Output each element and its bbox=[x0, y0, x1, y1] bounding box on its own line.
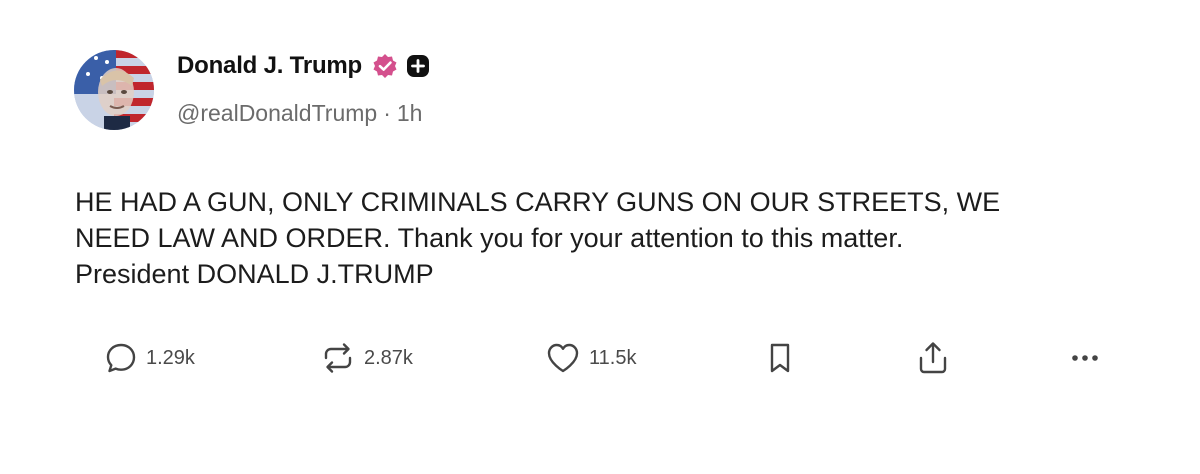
author-handle[interactable]: @realDonaldTrump bbox=[177, 100, 377, 126]
reply-count: 1.29k bbox=[146, 346, 195, 369]
author-row: Donald J. Trump bbox=[177, 52, 430, 80]
more-button[interactable] bbox=[1068, 336, 1102, 380]
avatar[interactable] bbox=[74, 50, 154, 130]
post-body-line: NEED LAW AND ORDER. Thank you for your a… bbox=[75, 223, 904, 253]
author-display-name[interactable]: Donald J. Trump bbox=[177, 52, 362, 80]
share-button[interactable] bbox=[916, 336, 950, 380]
heart-icon bbox=[547, 343, 579, 373]
repost-icon bbox=[324, 343, 352, 373]
like-count: 11.5k bbox=[589, 346, 637, 369]
post-body-line: HE HAD A GUN, ONLY CRIMINALS CARRY GUNS … bbox=[75, 187, 1001, 217]
verified-check-icon bbox=[372, 53, 398, 79]
repost-count: 2.87k bbox=[364, 346, 413, 369]
post-body: HE HAD A GUN, ONLY CRIMINALS CARRY GUNS … bbox=[75, 184, 1155, 292]
plus-badge-icon bbox=[406, 54, 430, 78]
more-icon bbox=[1072, 355, 1098, 361]
handle-row: @realDonaldTrump · 1h bbox=[177, 100, 422, 127]
action-bar: 1.29k 2.87k 11.5k bbox=[0, 336, 1200, 380]
like-button[interactable]: 11.5k bbox=[545, 336, 636, 380]
bookmark-icon bbox=[770, 343, 790, 373]
avatar-image bbox=[74, 50, 154, 130]
repost-button[interactable]: 2.87k bbox=[320, 336, 413, 380]
reply-button[interactable]: 1.29k bbox=[104, 336, 195, 380]
share-icon bbox=[919, 342, 947, 374]
post-time[interactable]: 1h bbox=[397, 100, 423, 126]
bookmark-button[interactable] bbox=[765, 336, 795, 380]
post-card: Donald J. Trump @realDonaldTrump · 1h HE H… bbox=[0, 0, 1200, 474]
reply-icon bbox=[106, 343, 136, 373]
separator-dot: · bbox=[383, 100, 391, 126]
post-body-line: President DONALD J.TRUMP bbox=[75, 259, 434, 289]
